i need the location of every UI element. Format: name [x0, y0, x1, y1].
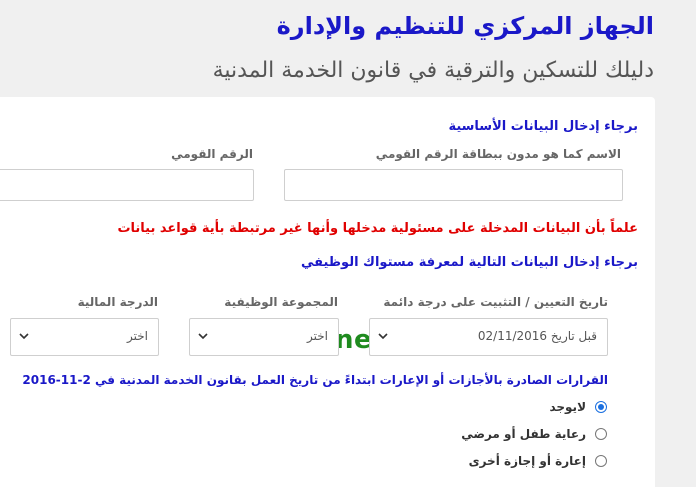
decision-option-childcare[interactable]: رعاية طفل أو مرضي [461, 425, 607, 443]
radio-button[interactable] [595, 401, 607, 413]
data-responsibility-warning: علماً بأن البيانات المدخلة على مسئولية م… [117, 221, 638, 236]
form-card: برجاء إدخال البيانات الأساسية الاسم كما … [0, 97, 655, 487]
job-group-label: المجموعة الوظيفية [224, 295, 338, 309]
org-title: الجهاز المركزي للتنظيم والإدارة [276, 12, 654, 40]
job-group-select[interactable]: اختر [189, 318, 339, 356]
radio-button[interactable] [595, 428, 607, 440]
appointment-date-select[interactable]: قبل تاريخ 02/11/2016 [369, 318, 608, 356]
financial-grade-label: الدرجة المالية [77, 295, 158, 309]
decision-option-label: رعاية طفل أو مرضي [461, 427, 586, 441]
financial-grade-select[interactable]: اختر [10, 318, 159, 356]
name-label: الاسم كما هو مدون ببطاقة الرقم القومي [375, 147, 621, 161]
appointment-date-label: تاريخ التعيين / التثبيت على درجة دائمة [383, 295, 608, 309]
career-info-heading: برجاء إدخال البيانات التالية لمعرفة مستو… [300, 255, 638, 270]
financial-grade-value: اختر [127, 329, 148, 343]
decision-option-label: إعارة أو إجازة أخرى [468, 454, 586, 468]
chevron-down-icon [378, 333, 388, 340]
page-subtitle: دليلك للتسكين والترقية في قانون الخدمة ا… [212, 58, 654, 83]
job-group-value: اختر [307, 329, 328, 343]
decisions-title: القرارات الصادرة بالأجازات أو الإعارات ا… [22, 373, 608, 387]
decision-option-secondment[interactable]: إعارة أو إجازة أخرى [469, 452, 607, 470]
radio-button[interactable] [595, 455, 607, 467]
national-id-input[interactable] [0, 169, 254, 201]
national-id-label: الرقم القومي [171, 147, 253, 161]
basic-info-heading: برجاء إدخال البيانات الأساسية [448, 119, 638, 134]
decision-option-label: لايوجد [549, 400, 586, 414]
chevron-down-icon [198, 333, 208, 340]
appointment-date-value: قبل تاريخ 02/11/2016 [477, 329, 597, 343]
chevron-down-icon [19, 333, 29, 340]
name-input[interactable] [284, 169, 623, 201]
decision-option-none[interactable]: لايوجد [549, 398, 607, 416]
